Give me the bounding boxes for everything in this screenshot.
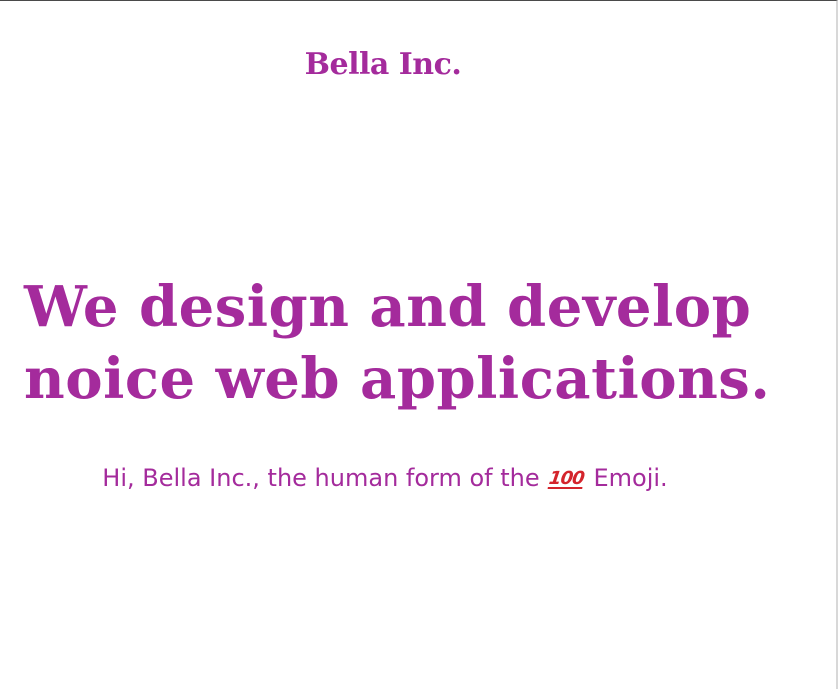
hero-headline: We design and develop noice web applicat… bbox=[24, 271, 804, 415]
hero-tagline: Hi, Bella Inc., the human form of the 10… bbox=[0, 460, 770, 497]
hundred-points-icon: 100 bbox=[547, 468, 586, 489]
brand-logo-link[interactable]: Bella Inc. bbox=[0, 47, 766, 82]
headline-line-2: noice web applications. bbox=[24, 346, 771, 412]
headline-line-1: We design and develop bbox=[24, 274, 752, 340]
page: Bella Inc. We design and develop noice w… bbox=[0, 0, 838, 689]
tagline-text-end: Emoji. bbox=[585, 464, 668, 492]
tagline-text-start: Hi, Bella Inc., the human form of the bbox=[102, 464, 548, 492]
